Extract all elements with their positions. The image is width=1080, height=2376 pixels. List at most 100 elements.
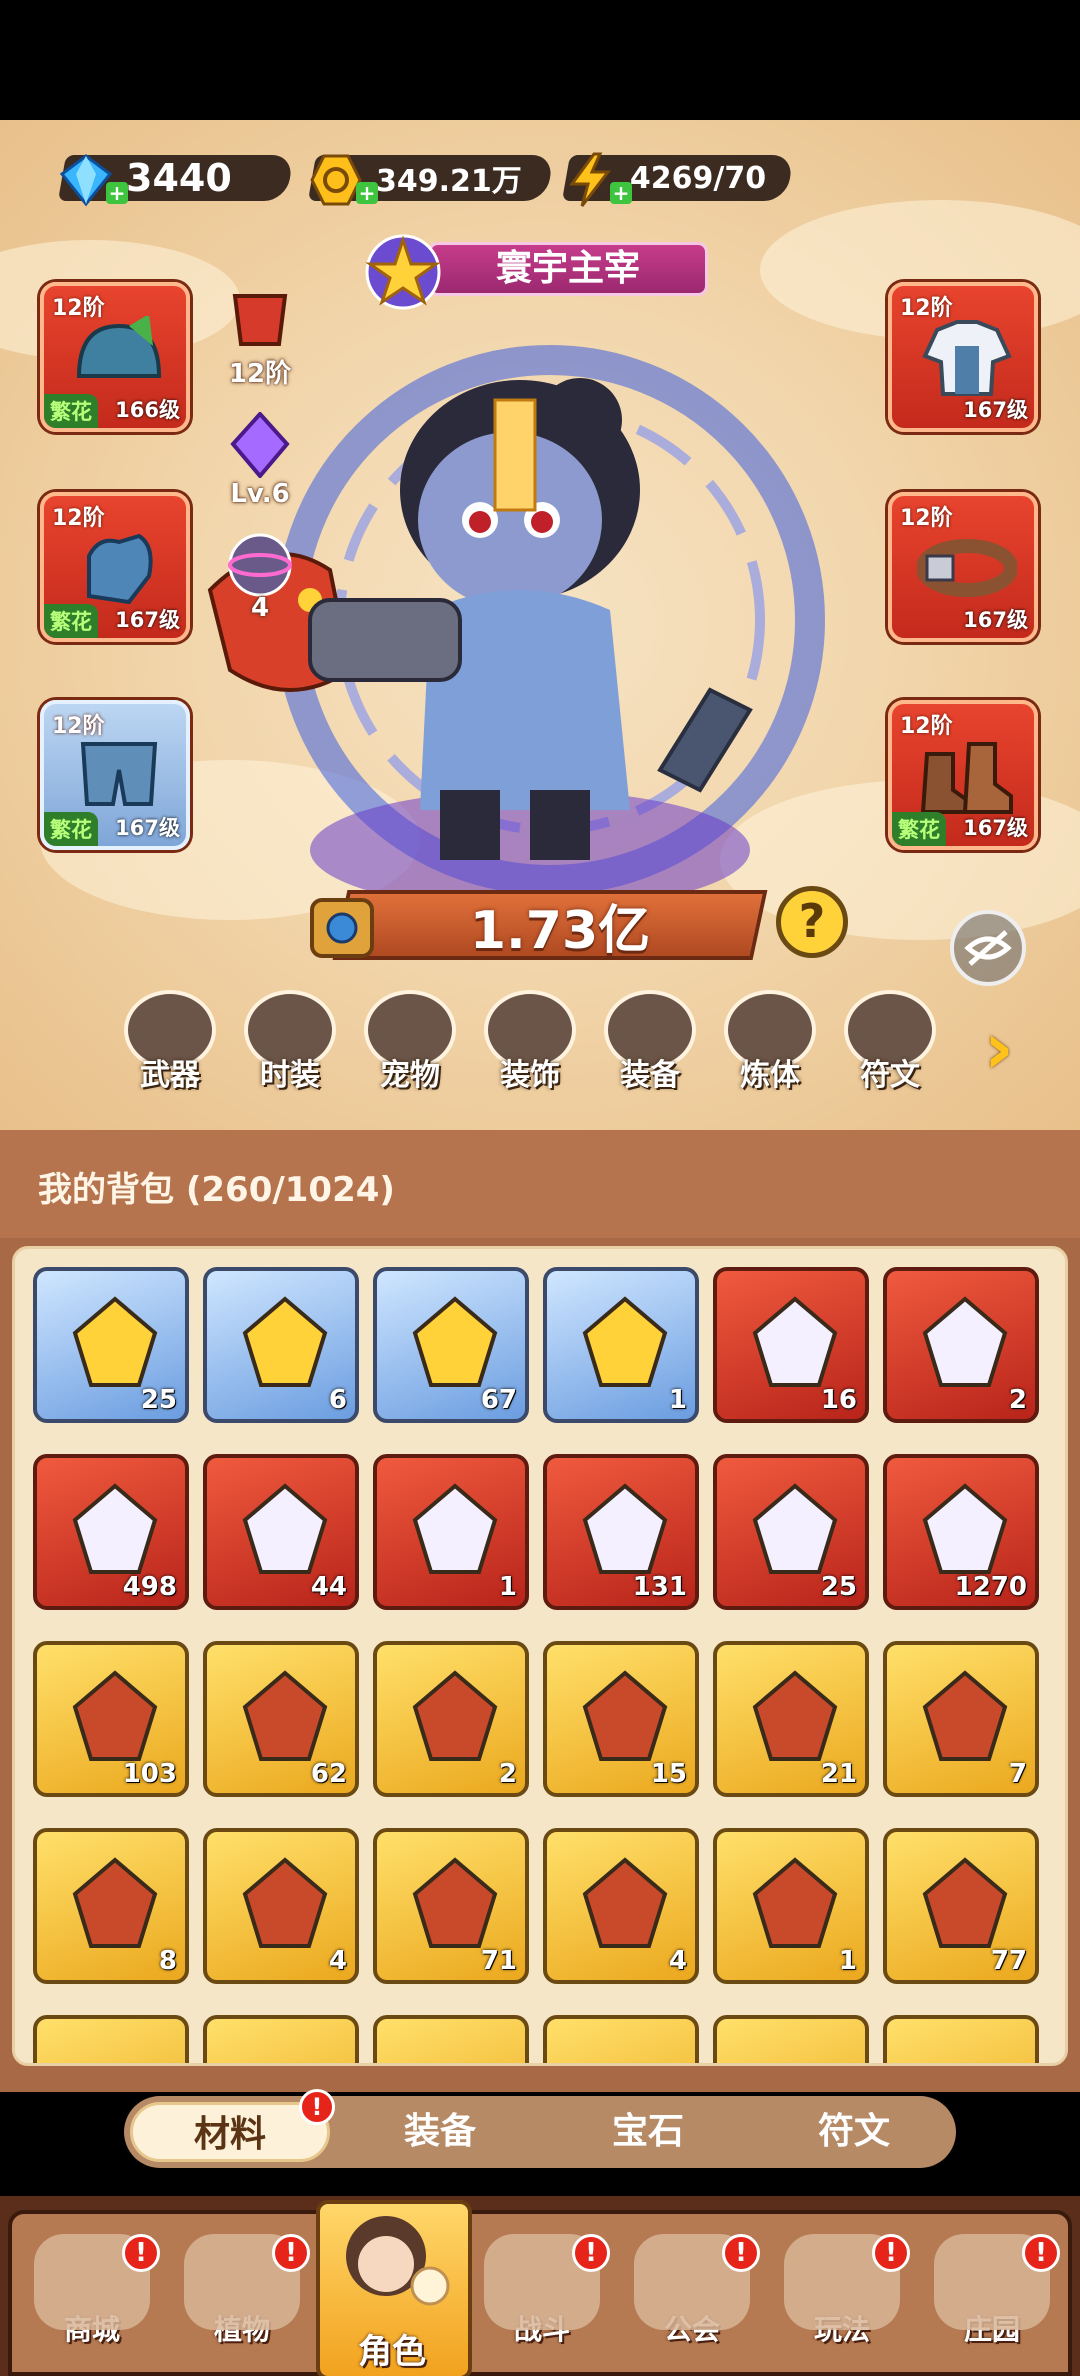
gloves-slot[interactable]: 12阶 繁花 167级 — [40, 492, 190, 642]
item-count: 7 — [1008, 1759, 1027, 1789]
bag-item[interactable]: 25 — [713, 1454, 869, 1610]
category-equipment[interactable]: 装备 — [598, 990, 702, 1100]
item-count: 4 — [328, 1946, 347, 1976]
bag-item-partial[interactable] — [33, 2015, 189, 2063]
bag-item[interactable]: 71 — [373, 1828, 529, 1984]
chevron-right-icon[interactable]: › — [984, 1006, 1044, 1090]
slot-quality: 繁花 — [44, 394, 98, 428]
tab-label: 宝石 — [611, 2111, 684, 2152]
item-count: 1 — [498, 1572, 517, 1602]
eye-off-icon — [964, 930, 1012, 966]
nav-guild[interactable]: 公会! — [622, 2234, 762, 2374]
bag-item[interactable]: 44 — [203, 1454, 359, 1610]
bag-item[interactable]: 4 — [543, 1828, 699, 1984]
bag-item[interactable]: 6 — [203, 1267, 359, 1423]
bag-item[interactable]: 25 — [33, 1267, 189, 1423]
crystal-level-button[interactable]: Lv.6 — [218, 411, 302, 509]
ruby-key-icon — [752, 1670, 838, 1761]
item-count: 71 — [480, 1946, 517, 1976]
bag-item-partial[interactable] — [203, 2015, 359, 2063]
item-count: 1 — [668, 1385, 687, 1415]
add-diamond-icon[interactable]: + — [106, 182, 128, 204]
tab-materials[interactable]: 材料 ! — [130, 2089, 335, 2162]
bag-item[interactable]: 131 — [543, 1454, 699, 1610]
slot-level: 167级 — [963, 398, 1028, 422]
bag-item[interactable]: 77 — [883, 1828, 1039, 1984]
skull-card-icon — [72, 1670, 158, 1761]
nav-plants[interactable]: 植物! — [172, 2234, 312, 2374]
hide-visibility-button[interactable] — [950, 910, 1026, 986]
bag-item[interactable]: 1 — [373, 1454, 529, 1610]
diamond-amount: 3440 — [126, 156, 232, 200]
gold-counter[interactable]: 349.21万 + — [307, 148, 555, 208]
gold-cube-icon — [242, 1857, 328, 1948]
green-capsule-tube-icon — [242, 1483, 328, 1574]
category-body-refine[interactable]: 炼体 — [718, 990, 822, 1100]
bag-item[interactable]: 4 — [203, 1828, 359, 1984]
purple-star-orb-icon — [582, 1857, 668, 1948]
armor-slot[interactable]: 12阶 167级 — [888, 282, 1038, 432]
energy-counter[interactable]: 4269/70 + — [561, 148, 795, 208]
category-label: 装备 — [620, 1058, 680, 1093]
alert-badge: ! — [1022, 2234, 1060, 2272]
alert-badge: ! — [872, 2234, 910, 2272]
orbit-orb-icon — [412, 1296, 498, 1387]
nav-character[interactable]: 角色 — [316, 2200, 472, 2376]
tab-equipment[interactable]: 装备 — [340, 2102, 540, 2162]
add-energy-icon[interactable]: + — [610, 182, 632, 204]
category-label: 炼体 — [740, 1058, 800, 1093]
bag-item-partial[interactable] — [713, 2015, 869, 2063]
helmet-slot[interactable]: 12阶 繁花 166级 — [40, 282, 190, 432]
orbit-button[interactable]: 4 — [218, 530, 302, 623]
tab-runes[interactable]: 符文 — [754, 2102, 954, 2162]
belt-slot[interactable]: 12阶 167级 — [888, 492, 1038, 642]
item-count: 44 — [310, 1572, 347, 1602]
category-label: 时装 — [260, 1058, 320, 1093]
tab-label: 装备 — [403, 2111, 476, 2152]
equipment-category-bar: 武器 时装 宠物 装饰 装备 炼体 符文 — [118, 990, 1018, 1100]
bottom-navigation: 商城! 植物! 角色 战斗! 公会! 玩法! 庄园! — [0, 2196, 1080, 2376]
bag-item-partial[interactable] — [543, 2015, 699, 2063]
bag-item-partial[interactable] — [883, 2015, 1039, 2063]
nav-gameplay[interactable]: 玩法! — [772, 2234, 912, 2374]
bag-item[interactable]: 16 — [713, 1267, 869, 1423]
category-decoration[interactable]: 装饰 — [478, 990, 582, 1100]
help-button[interactable]: ? — [776, 886, 848, 958]
bag-item[interactable]: 21 — [713, 1641, 869, 1797]
bag-item[interactable]: 8 — [33, 1828, 189, 1984]
bag-item[interactable]: 103 — [33, 1641, 189, 1797]
tab-label: 材料 — [193, 2114, 266, 2155]
bag-item[interactable]: 498 — [33, 1454, 189, 1610]
add-gold-icon[interactable]: + — [356, 182, 378, 204]
bag-item[interactable]: 67 — [373, 1267, 529, 1423]
category-weapon[interactable]: 武器 — [118, 990, 222, 1100]
item-count: 8 — [158, 1946, 177, 1976]
category-rune[interactable]: 符文 — [838, 990, 942, 1100]
moon-star-icon — [922, 1296, 1008, 1387]
diamond-counter[interactable]: 3440 + — [57, 148, 295, 208]
nav-manor[interactable]: 庄园! — [922, 2234, 1062, 2374]
bag-item[interactable]: 7 — [883, 1641, 1039, 1797]
slot-level: 166级 — [115, 398, 180, 422]
slot-level: 167级 — [963, 816, 1028, 840]
bag-item[interactable]: 1 — [713, 1828, 869, 1984]
bag-item[interactable]: 2 — [373, 1641, 529, 1797]
bag-grid-container[interactable]: 25 6 67 1 16 2 498 44 1 131 25 1270 103 62 2 15 21 7 8 4 71 4… — [12, 1246, 1068, 2066]
bag-item-partial[interactable] — [373, 2015, 529, 2063]
pants-slot[interactable]: 12阶 繁花 167级 — [40, 700, 190, 850]
armored-hero-icon — [582, 1296, 668, 1387]
category-pet[interactable]: 宠物 — [358, 990, 462, 1100]
mount-tier-button[interactable]: 12阶 — [218, 290, 302, 390]
bag-item[interactable]: 15 — [543, 1641, 699, 1797]
nav-label: 角色 — [358, 2332, 426, 2372]
tab-gems[interactable]: 宝石 — [548, 2102, 748, 2162]
bag-item[interactable]: 2 — [883, 1267, 1039, 1423]
bag-item[interactable]: 1270 — [883, 1454, 1039, 1610]
nav-battle[interactable]: 战斗! — [472, 2234, 612, 2374]
nav-shop[interactable]: 商城! — [22, 2234, 162, 2374]
category-fashion[interactable]: 时装 — [238, 990, 342, 1100]
bag-item[interactable]: 62 — [203, 1641, 359, 1797]
boots-slot[interactable]: 12阶 繁花 167级 — [888, 700, 1038, 850]
item-count: 103 — [122, 1759, 177, 1789]
bag-item[interactable]: 1 — [543, 1267, 699, 1423]
